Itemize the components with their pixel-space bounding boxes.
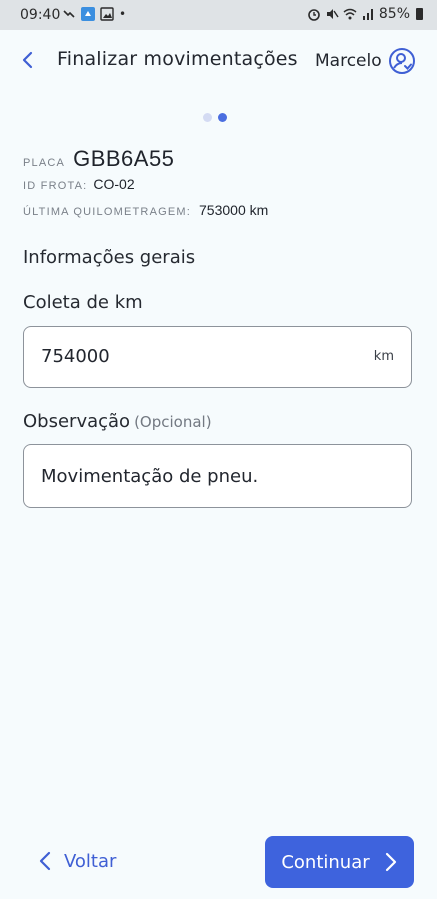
placa-row: PLACA GBB6A55 [23, 146, 174, 172]
battery-icon [416, 8, 423, 20]
placa-value: GBB6A55 [73, 146, 175, 171]
alarm-icon [308, 9, 320, 21]
status-notification-icons: • [62, 7, 126, 21]
step-dot-2 [218, 113, 227, 122]
coleta-label: Coleta de km [23, 292, 143, 313]
observacao-label-row: Observação (Opcional) [23, 411, 212, 432]
wifi-icon [343, 8, 357, 20]
step-indicator [203, 113, 227, 122]
status-time: 09:40 [20, 7, 61, 23]
status-bar: 09:40 • 85% [0, 0, 437, 30]
user-account-icon[interactable] [388, 47, 416, 75]
coleta-km-unit: km [373, 349, 394, 364]
app-notification-icon [81, 7, 95, 21]
battery-percent: 85% [378, 6, 410, 22]
mute-icon [326, 9, 339, 19]
voltar-label: Voltar [64, 850, 117, 872]
observacao-input[interactable]: Movimentação de pneu. [23, 444, 412, 508]
more-notifications-dot: • [119, 7, 127, 21]
voltar-button[interactable]: Voltar [38, 850, 116, 872]
missed-call-icon [63, 10, 75, 18]
back-arrow-icon[interactable] [16, 46, 40, 74]
app-header: Finalizar movimentações Marcelo [0, 30, 437, 92]
user-name: Marcelo [315, 51, 382, 71]
observacao-value: Movimentação de pneu. [41, 466, 259, 487]
continuar-label: Continuar [281, 851, 370, 873]
coleta-km-value: 754000 [41, 346, 110, 367]
optional-tag: (Opcional) [134, 413, 212, 431]
coleta-km-input[interactable]: 754000 km [23, 326, 412, 388]
step-dot-1 [203, 113, 212, 122]
frota-value: CO-02 [93, 176, 135, 192]
km-value: 753000 km [199, 202, 269, 218]
signal-icon [362, 9, 373, 20]
frota-row: ID FROTA: CO-02 [23, 176, 135, 194]
page-title: Finalizar movimentações [57, 48, 298, 70]
gallery-icon [100, 7, 114, 21]
observacao-label: Observação [23, 411, 131, 432]
chevron-right-icon [385, 852, 396, 872]
chevron-left-icon [39, 851, 51, 871]
km-label: ÚLTIMA QUILOMETRAGEM: [23, 206, 192, 218]
placa-label: PLACA [23, 157, 66, 169]
continuar-button[interactable]: Continuar [265, 836, 414, 888]
status-system-icons: 85% [307, 6, 423, 22]
frota-label: ID FROTA: [23, 180, 88, 192]
km-row: ÚLTIMA QUILOMETRAGEM: 753000 km [23, 202, 268, 220]
section-title: Informações gerais [23, 247, 196, 268]
